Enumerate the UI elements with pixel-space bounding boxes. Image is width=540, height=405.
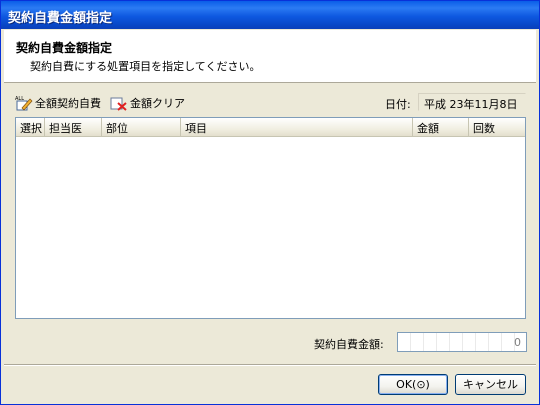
- window-title: 契約自費金額指定: [8, 11, 113, 26]
- column-count[interactable]: 回数: [469, 118, 525, 137]
- column-doctor[interactable]: 担当医: [45, 118, 102, 137]
- total-amount-value: 0: [514, 336, 521, 349]
- all-contract-button[interactable]: ALL 全額契約自費: [15, 94, 101, 112]
- header-title: 契約自費金額指定: [16, 41, 113, 55]
- footer-divider: [4, 364, 536, 366]
- dialog-window: 契約自費金額指定 契約自費金額指定 契約自費にする処置項目を指定してください。 …: [0, 0, 540, 405]
- clear-icon: [110, 95, 128, 111]
- all-contract-label: 全額契約自費: [35, 97, 101, 110]
- digit-guides: [398, 333, 526, 351]
- column-item[interactable]: 項目: [181, 118, 413, 137]
- title-bar[interactable]: 契約自費金額指定: [1, 1, 539, 29]
- treatment-grid[interactable]: 選択 担当医 部位 項目 金額 回数: [15, 117, 526, 319]
- date-field[interactable]: 平成 23年11月8日: [418, 93, 526, 111]
- total-label: 契約自費金額:: [314, 338, 384, 351]
- header-panel: 契約自費金額指定 契約自費にする処置項目を指定してください。: [4, 30, 536, 83]
- clear-amount-label: 金額クリア: [130, 97, 185, 110]
- total-amount-field[interactable]: 0: [397, 332, 527, 352]
- ok-button[interactable]: OK(⊙): [378, 374, 448, 395]
- date-label: 日付:: [385, 98, 411, 111]
- column-site[interactable]: 部位: [102, 118, 181, 137]
- column-amount[interactable]: 金額: [413, 118, 469, 137]
- grid-header: 選択 担当医 部位 項目 金額 回数: [16, 118, 525, 137]
- clear-amount-button[interactable]: 金額クリア: [110, 94, 185, 112]
- column-select[interactable]: 選択: [16, 118, 45, 137]
- all-edit-icon: ALL: [15, 95, 33, 111]
- cancel-button[interactable]: キャンセル: [455, 374, 526, 395]
- header-description: 契約自費にする処置項目を指定してください。: [30, 60, 261, 73]
